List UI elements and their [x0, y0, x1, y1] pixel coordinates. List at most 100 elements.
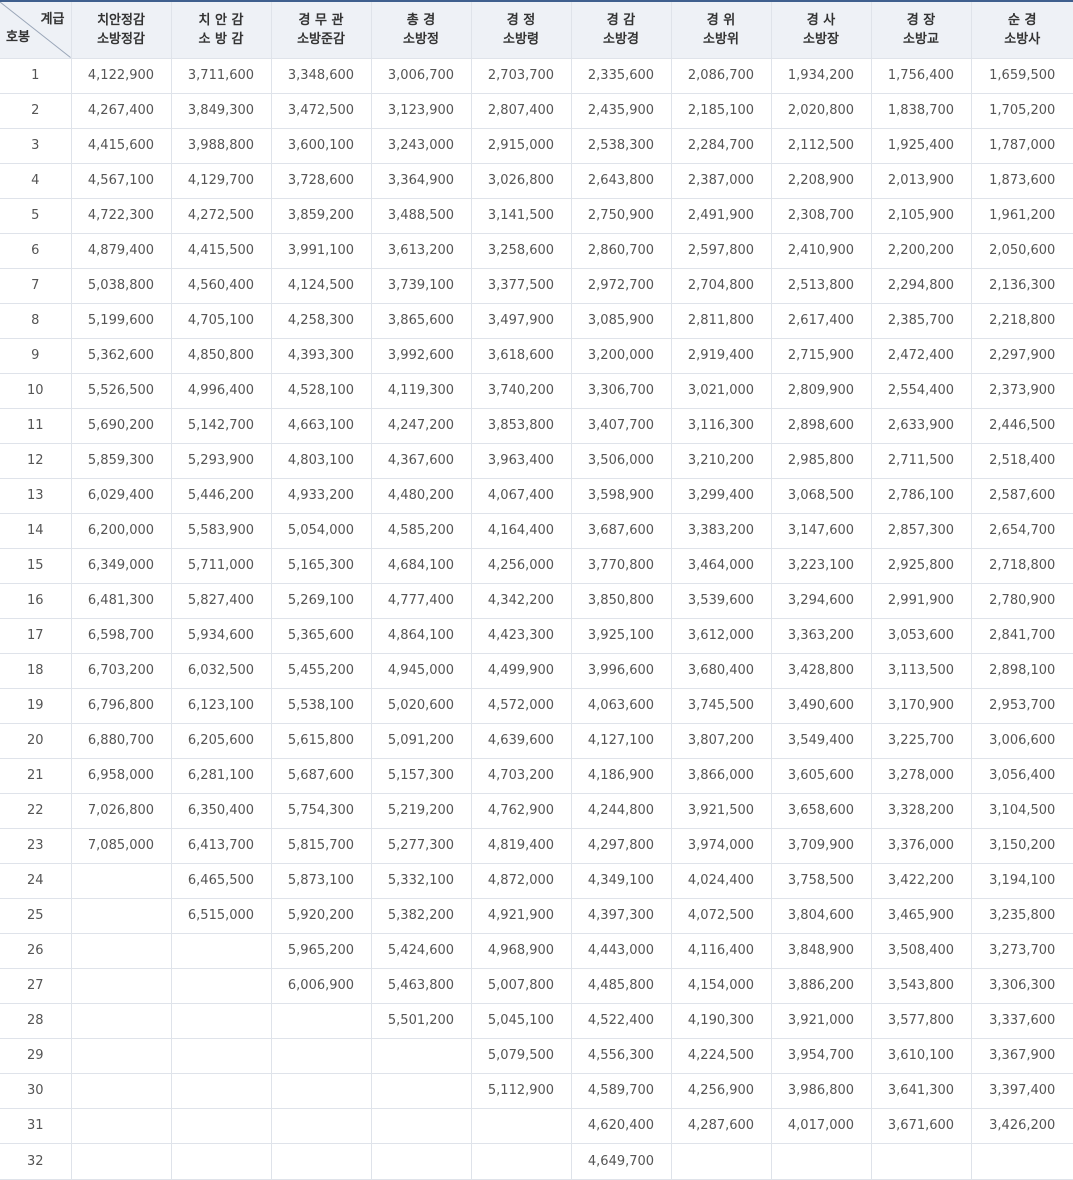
step-number-cell: 29 — [0, 1038, 71, 1073]
salary-cell: 4,267,400 — [71, 93, 171, 128]
salary-cell: 5,219,200 — [371, 793, 471, 828]
salary-cell: 5,920,200 — [271, 898, 371, 933]
table-row: 44,567,1004,129,7003,728,6003,364,9003,0… — [0, 163, 1073, 198]
salary-cell: 3,056,400 — [971, 758, 1073, 793]
salary-cell: 6,481,300 — [71, 583, 171, 618]
table-row: 265,965,2005,424,6004,968,9004,443,0004,… — [0, 933, 1073, 968]
salary-cell: 4,415,600 — [71, 128, 171, 163]
salary-cell: 2,200,200 — [871, 233, 971, 268]
salary-cell: 4,589,700 — [571, 1073, 671, 1108]
salary-cell: 3,758,500 — [771, 863, 871, 898]
step-number-cell: 3 — [0, 128, 71, 163]
rank-header-9: 경 장소방교 — [871, 1, 971, 58]
salary-cell: 3,428,800 — [771, 653, 871, 688]
salary-cell: 3,258,600 — [471, 233, 571, 268]
salary-cell — [71, 1003, 171, 1038]
salary-cell: 4,499,900 — [471, 653, 571, 688]
salary-cell: 3,194,100 — [971, 863, 1073, 898]
salary-cell: 3,426,200 — [971, 1108, 1073, 1143]
salary-cell: 4,258,300 — [271, 303, 371, 338]
table-row: 105,526,5004,996,4004,528,1004,119,3003,… — [0, 373, 1073, 408]
table-row: 176,598,7005,934,6005,365,6004,864,1004,… — [0, 618, 1073, 653]
salary-cell: 2,750,900 — [571, 198, 671, 233]
table-row: 246,465,5005,873,1005,332,1004,872,0004,… — [0, 863, 1073, 898]
salary-cell: 4,572,000 — [471, 688, 571, 723]
rank-header-7: 경 위소방위 — [671, 1, 771, 58]
salary-cell: 2,972,700 — [571, 268, 671, 303]
salary-cell: 5,934,600 — [171, 618, 271, 653]
salary-cell — [71, 863, 171, 898]
salary-cell: 3,397,400 — [971, 1073, 1073, 1108]
salary-cell: 3,141,500 — [471, 198, 571, 233]
table-row: 256,515,0005,920,2005,382,2004,921,9004,… — [0, 898, 1073, 933]
step-number-cell: 30 — [0, 1073, 71, 1108]
salary-cell — [971, 1143, 1073, 1179]
salary-cell: 3,328,200 — [871, 793, 971, 828]
salary-cell: 2,860,700 — [571, 233, 671, 268]
salary-cell: 2,050,600 — [971, 233, 1073, 268]
salary-cell: 6,123,100 — [171, 688, 271, 723]
rank-header-5: 경 정소방령 — [471, 1, 571, 58]
salary-cell: 5,142,700 — [171, 408, 271, 443]
step-number-cell: 25 — [0, 898, 71, 933]
salary-cell: 4,297,800 — [571, 828, 671, 863]
salary-cell: 3,422,200 — [871, 863, 971, 898]
salary-cell: 4,649,700 — [571, 1143, 671, 1179]
table-row: 54,722,3004,272,5003,859,2003,488,5003,1… — [0, 198, 1073, 233]
salary-cell: 3,974,000 — [671, 828, 771, 863]
salary-cell: 3,053,600 — [871, 618, 971, 653]
salary-cell: 3,991,100 — [271, 233, 371, 268]
salary-cell — [371, 1108, 471, 1143]
step-number-cell: 1 — [0, 58, 71, 93]
salary-cell — [71, 1143, 171, 1179]
salary-cell: 5,583,900 — [171, 513, 271, 548]
salary-cell: 4,722,300 — [71, 198, 171, 233]
salary-cell: 3,278,000 — [871, 758, 971, 793]
table-row: 156,349,0005,711,0005,165,3004,684,1004,… — [0, 548, 1073, 583]
salary-cell: 5,277,300 — [371, 828, 471, 863]
salary-cell: 3,807,200 — [671, 723, 771, 758]
salary-cell: 2,991,900 — [871, 583, 971, 618]
table-row: 85,199,6004,705,1004,258,3003,865,6003,4… — [0, 303, 1073, 338]
step-number-cell: 24 — [0, 863, 71, 898]
salary-cell: 5,455,200 — [271, 653, 371, 688]
salary-cell: 6,465,500 — [171, 863, 271, 898]
salary-cell: 4,224,500 — [671, 1038, 771, 1073]
salary-cell: 2,294,800 — [871, 268, 971, 303]
salary-cell: 3,383,200 — [671, 513, 771, 548]
table-row: 324,649,700 — [0, 1143, 1073, 1179]
salary-cell — [71, 1108, 171, 1143]
salary-cell: 3,740,200 — [471, 373, 571, 408]
salary-cell: 3,853,800 — [471, 408, 571, 443]
salary-cell: 5,615,800 — [271, 723, 371, 758]
salary-cell: 4,129,700 — [171, 163, 271, 198]
salary-cell: 3,859,200 — [271, 198, 371, 233]
salary-cell: 4,620,400 — [571, 1108, 671, 1143]
salary-cell: 2,587,600 — [971, 478, 1073, 513]
salary-cell: 3,850,800 — [571, 583, 671, 618]
police-rank-label: 순 경 — [972, 11, 1073, 30]
salary-cell: 2,915,000 — [471, 128, 571, 163]
salary-cell: 2,218,800 — [971, 303, 1073, 338]
step-corner-label: 호봉 — [6, 28, 30, 47]
salary-cell: 3,605,600 — [771, 758, 871, 793]
rank-header-4: 총 경소방정 — [371, 1, 471, 58]
salary-cell: 5,165,300 — [271, 548, 371, 583]
salary-cell: 2,633,900 — [871, 408, 971, 443]
salary-table: 계급 호봉 치안정감소방정감치 안 감소 방 감경 무 관소방준감총 경소방정경… — [0, 0, 1073, 1180]
salary-cell: 6,205,600 — [171, 723, 271, 758]
step-number-cell: 12 — [0, 443, 71, 478]
salary-cell: 4,803,100 — [271, 443, 371, 478]
table-row: 166,481,3005,827,4005,269,1004,777,4004,… — [0, 583, 1073, 618]
salary-cell: 4,116,400 — [671, 933, 771, 968]
salary-cell: 5,199,600 — [71, 303, 171, 338]
police-rank-label: 경 장 — [872, 11, 971, 30]
table-row: 305,112,9004,589,7004,256,9003,986,8003,… — [0, 1073, 1073, 1108]
table-row: 216,958,0006,281,1005,687,6005,157,3004,… — [0, 758, 1073, 793]
salary-cell: 4,287,600 — [671, 1108, 771, 1143]
salary-cell: 4,127,100 — [571, 723, 671, 758]
salary-cell: 3,223,100 — [771, 548, 871, 583]
salary-cell: 2,809,900 — [771, 373, 871, 408]
table-row: 237,085,0006,413,7005,815,7005,277,3004,… — [0, 828, 1073, 863]
salary-cell: 3,376,000 — [871, 828, 971, 863]
